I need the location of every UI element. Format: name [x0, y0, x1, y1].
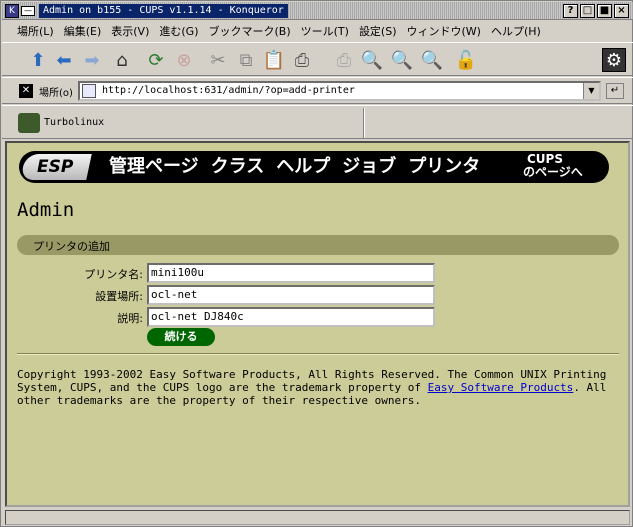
- status-bar: [2, 509, 633, 527]
- divider: [17, 353, 619, 355]
- stop-icon[interactable]: ⊗: [172, 48, 196, 72]
- cups-navbar: ESP 管理ページ クラス ヘルプ ジョブ プリンタ CUPS のページへ: [19, 151, 609, 183]
- page-icon: [82, 84, 96, 98]
- copyright-text: Copyright 1993-2002 Easy Software Produc…: [17, 368, 617, 407]
- zoom-disabled-icon: 🔍: [420, 49, 444, 71]
- zoom-out-icon[interactable]: 🔍: [390, 48, 414, 72]
- print-disabled-icon: ⎙: [336, 49, 352, 71]
- menu-tools[interactable]: ツール(T): [296, 23, 354, 39]
- bookmark-bar: Turbolinux: [2, 105, 633, 139]
- home-icon[interactable]: ⌂: [110, 48, 134, 72]
- close-button[interactable]: ×: [614, 4, 629, 18]
- maximize-button[interactable]: ■: [597, 4, 612, 18]
- location-bar: ✕ 場所(o) http://localhost:631/admin/?op=a…: [2, 77, 633, 104]
- menu-location[interactable]: 場所(L): [12, 23, 59, 39]
- copy-icon[interactable]: ⧉: [234, 48, 258, 72]
- page-content: ESP 管理ページ クラス ヘルプ ジョブ プリンタ CUPS のページへ Ad…: [5, 141, 630, 507]
- up-arrow-icon[interactable]: ⬆: [26, 48, 50, 72]
- sticky-icon[interactable]: —: [21, 6, 35, 16]
- browser-window: K — Admin on b155 - CUPS v1.1.14 - Konqu…: [0, 0, 633, 527]
- menu-bar: 場所(L) 編集(E) 表示(V) 進む(G) ブックマーク(B) ツール(T)…: [2, 21, 633, 41]
- location-input[interactable]: ocl-net: [147, 285, 435, 305]
- settings-gear-icon[interactable]: ⚙: [602, 48, 626, 72]
- menu-go[interactable]: 進む(G): [154, 23, 203, 39]
- location-label: 設置場所:: [95, 290, 143, 303]
- esp-logo[interactable]: ESP: [37, 157, 73, 177]
- menu-bookmarks[interactable]: ブックマーク(B): [203, 23, 295, 39]
- location-label: 場所(o): [39, 88, 73, 99]
- nav-links: 管理ページ クラス ヘルプ ジョブ プリンタ: [109, 155, 480, 179]
- window-controls: ? □ ■ ×: [563, 4, 629, 18]
- toolbar: ⬆ ⬅ ➡ ⌂ ⟳ ⊗ ✂ ⧉ 📋 ⎙ ⎙ 🔍 🔍 🔍 🔓 ⚙: [2, 42, 633, 76]
- zoom-in-icon[interactable]: 🔍: [360, 48, 384, 72]
- nav-classes[interactable]: クラス: [211, 155, 265, 179]
- description-input[interactable]: ocl-net DJ840c: [147, 307, 435, 327]
- window-menu-icon[interactable]: K: [5, 4, 19, 18]
- page-title: Admin: [17, 199, 75, 221]
- menu-settings[interactable]: 設定(S): [354, 23, 402, 39]
- url-dropdown-icon[interactable]: ▼: [583, 83, 599, 99]
- printer-name-input[interactable]: mini100u: [147, 263, 435, 283]
- menu-view[interactable]: 表示(V): [106, 23, 154, 39]
- section-header: プリンタの追加: [17, 235, 619, 255]
- clear-location-icon[interactable]: ✕: [19, 84, 33, 98]
- cut-icon[interactable]: ✂: [206, 48, 230, 72]
- reload-icon[interactable]: ⟳: [144, 48, 168, 72]
- menu-window[interactable]: ウィンドウ(W): [402, 23, 486, 39]
- paste-icon[interactable]: 📋: [262, 48, 286, 72]
- title-bar[interactable]: K — Admin on b155 - CUPS v1.1.14 - Konqu…: [2, 2, 633, 20]
- menu-edit[interactable]: 編集(E): [59, 23, 107, 39]
- nav-printers[interactable]: プリンタ: [408, 155, 480, 179]
- url-text[interactable]: http://localhost:631/admin/?op=add-print…: [102, 85, 355, 96]
- security-lock-icon[interactable]: 🔓: [454, 48, 478, 72]
- printer-name-label: プリンタ名:: [84, 268, 143, 281]
- bookmark-icon[interactable]: [18, 113, 40, 133]
- continue-button[interactable]: 続ける: [147, 328, 215, 346]
- nav-admin[interactable]: 管理ページ: [109, 155, 199, 179]
- back-arrow-icon[interactable]: ⬅: [52, 48, 76, 72]
- nav-help[interactable]: ヘルプ: [276, 155, 330, 179]
- easy-software-link[interactable]: Easy Software Products: [428, 381, 574, 394]
- bookmark-turbolinux[interactable]: Turbolinux: [44, 117, 104, 128]
- section-title: プリンタの追加: [33, 240, 110, 253]
- status-field: [5, 510, 630, 525]
- go-icon[interactable]: ↵: [606, 83, 624, 99]
- forward-arrow-icon[interactable]: ➡: [80, 48, 104, 72]
- help-button[interactable]: ?: [563, 4, 578, 18]
- url-input[interactable]: http://localhost:631/admin/?op=add-print…: [78, 81, 601, 101]
- nav-cups-home[interactable]: CUPS のページへ: [523, 153, 583, 179]
- nav-cups-line2: のページへ: [523, 165, 583, 179]
- minimize-button[interactable]: □: [580, 4, 595, 18]
- nav-jobs[interactable]: ジョブ: [342, 155, 396, 179]
- print-icon[interactable]: ⎙: [290, 48, 314, 72]
- window-title: Admin on b155 - CUPS v1.1.14 - Konqueror: [39, 4, 288, 18]
- menu-help[interactable]: ヘルプ(H): [486, 23, 546, 39]
- bookmark-separator: [363, 108, 365, 138]
- description-label: 説明:: [117, 312, 143, 325]
